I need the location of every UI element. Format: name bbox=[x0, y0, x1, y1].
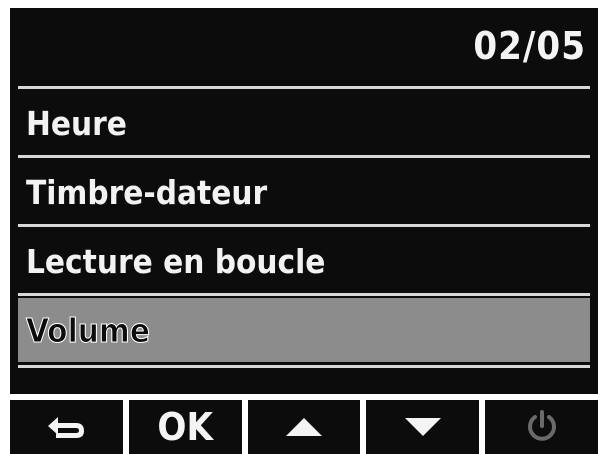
divider bbox=[18, 155, 590, 158]
menu-item-label: Heure bbox=[26, 103, 127, 143]
divider bbox=[18, 224, 590, 227]
up-button[interactable] bbox=[247, 400, 361, 454]
divider bbox=[18, 86, 590, 89]
header: 02/05 bbox=[10, 8, 598, 86]
triangle-up-icon bbox=[284, 416, 324, 438]
softkey-bar: OK bbox=[10, 400, 598, 454]
menu-item-heure[interactable]: Heure bbox=[18, 91, 590, 155]
triangle-down-icon bbox=[403, 416, 443, 438]
ok-button[interactable]: OK bbox=[128, 400, 242, 454]
down-button[interactable] bbox=[366, 400, 480, 454]
menu-item-label: Volume bbox=[26, 310, 151, 350]
divider bbox=[18, 365, 590, 368]
ok-label: OK bbox=[157, 405, 213, 449]
return-arrow-icon bbox=[44, 412, 88, 442]
menu-item-label: Timbre-dateur bbox=[26, 172, 268, 212]
menu-item-lecture-en-boucle[interactable]: Lecture en boucle bbox=[18, 229, 590, 293]
menu-item-volume[interactable]: Volume bbox=[18, 298, 590, 362]
divider bbox=[18, 293, 590, 296]
menu-item-label: Lecture en boucle bbox=[26, 241, 326, 281]
page-counter: 02/05 bbox=[473, 24, 586, 68]
device-screen: 02/05 Heure Timbre-dateur Lecture en bou… bbox=[10, 8, 598, 394]
power-button[interactable] bbox=[485, 400, 598, 454]
power-icon bbox=[525, 409, 559, 445]
back-button[interactable] bbox=[10, 400, 123, 454]
menu-item-timbre-dateur[interactable]: Timbre-dateur bbox=[18, 160, 590, 224]
